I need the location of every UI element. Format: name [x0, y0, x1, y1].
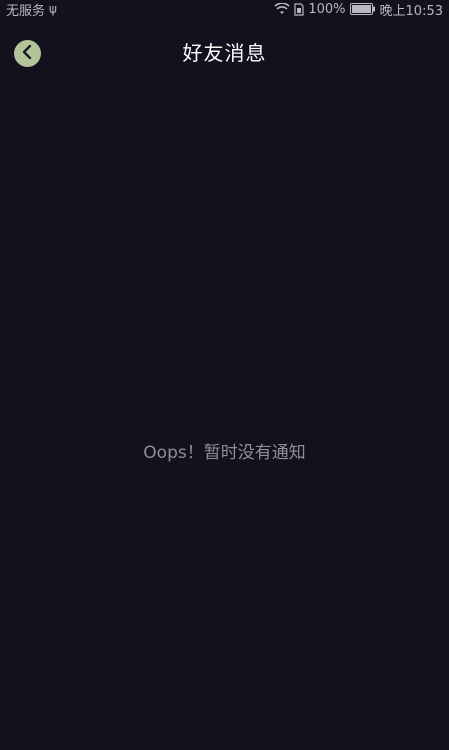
sim-icon [294, 2, 304, 16]
carrier-label: 无服务 [6, 3, 46, 19]
usb-icon: ψ [49, 2, 57, 16]
status-bar: 无服务 ψ 100% 晚上10:53 [0, 0, 449, 19]
header: 好友消息 [0, 30, 449, 76]
empty-state-message: Oops！暂时没有通知 [143, 443, 306, 463]
status-right: 100% 晚上10:53 [274, 0, 443, 19]
battery-percent: 100% [308, 1, 346, 17]
status-time: 晚上10:53 [379, 3, 443, 19]
chevron-left-icon [21, 44, 35, 64]
back-button[interactable] [14, 40, 41, 67]
wifi-icon [274, 3, 290, 15]
status-left: 无服务 ψ [6, 0, 57, 19]
battery-icon [349, 3, 376, 15]
page-title: 好友消息 [182, 41, 267, 65]
